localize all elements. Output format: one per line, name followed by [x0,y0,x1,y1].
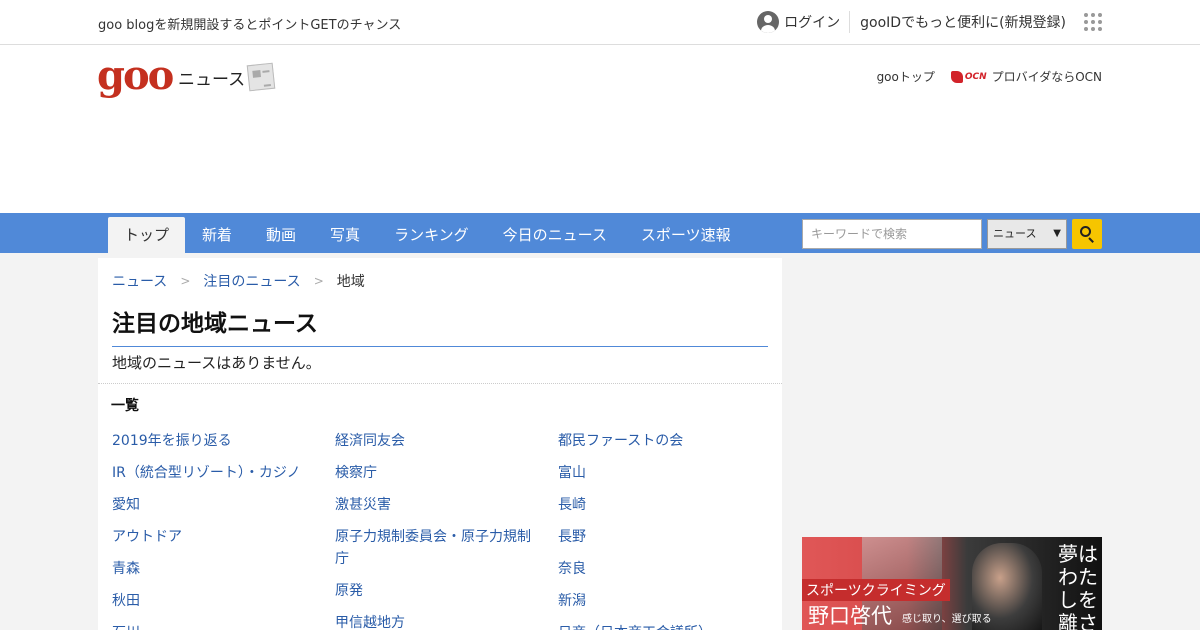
login-link[interactable]: ログイン [757,11,851,33]
search-button[interactable] [1072,219,1102,249]
search-scope-select[interactable]: ニュース ▼ [987,219,1067,249]
goo-top-link[interactable]: gooトップ [877,68,935,85]
nav-tabs: トップ 新着 動画 写真 ランキング 今日のニュース スポーツ速報 [108,217,748,253]
topic-link[interactable]: 経済同友会 [335,430,558,452]
ad-banner[interactable]: スポーツクライミング 野口啓代 感じ取り、選び取る 夢はわたしを離さない [802,537,1102,630]
main-content: ニュース > 注目のニュース > 地域 注目の地域ニュース 地域のニュースはあり… [98,258,782,630]
topic-link[interactable]: 2019年を振り返る [112,430,335,452]
topic-link[interactable]: 富山 [558,462,781,484]
nav-tab-1[interactable]: 新着 [185,217,249,253]
header-links: gooトップ OCN プロバイダならOCN [877,68,1102,85]
newspaper-icon [246,62,276,92]
page-title: 注目の地域ニュース [112,304,768,347]
empty-message: 地域のニュースはありません。 [112,354,321,372]
ocn-link[interactable]: プロバイダならOCN [992,68,1102,85]
ocn-logo-icon: OCN [950,70,987,83]
search-scope-value: ニュース [993,227,1037,240]
breadcrumb-separator: > [313,274,324,288]
topic-link[interactable]: 青森 [112,558,335,580]
breadcrumb-separator: > [180,274,191,288]
login-label: ログイン [784,15,841,31]
topic-link[interactable]: 検察庁 [335,462,558,484]
search-input[interactable] [802,219,982,249]
topic-link[interactable]: 長崎 [558,494,781,516]
nav-tab-6[interactable]: スポーツ速報 [624,217,748,253]
topic-link[interactable]: アウトドア [112,526,335,548]
topic-link[interactable]: 原発 [335,580,558,602]
topic-link[interactable]: 奈良 [558,558,781,580]
breadcrumb-featured[interactable]: 注目のニュース [203,271,300,291]
nav-tab-5[interactable]: 今日のニュース [486,217,624,253]
search-icon [1080,226,1091,237]
top-bar-right: ログイン gooIDでもっと便利に(新規登録) [757,10,1102,34]
nav-tab-3[interactable]: 写真 [313,217,377,253]
topic-link[interactable]: 秋田 [112,590,335,612]
topic-column-3: 都民ファーストの会富山長崎長野奈良新潟日商（日本商工会議所） [558,430,781,630]
top-bar: goo blogを新規開設するとポイントGETのチャンス ログイン gooIDで… [0,0,1200,45]
topic-link[interactable]: 長野 [558,526,781,548]
blog-promo-link[interactable]: goo blogを新規開設するとポイントGETのチャンス [98,14,401,33]
apps-grid-icon[interactable] [1084,13,1102,31]
topic-link[interactable]: 新潟 [558,590,781,612]
breadcrumb-current: 地域 [336,274,365,290]
caret-down-icon: ▼ [1053,228,1061,239]
topic-link[interactable]: 日商（日本商工会議所） [558,622,781,630]
goo-logo[interactable]: goo [97,54,174,98]
divider [98,383,782,384]
register-link[interactable]: gooIDでもっと便利に(新規登録) [850,12,1066,32]
topic-link[interactable]: IR（統合型リゾート）・カジノ [112,462,335,484]
topic-link[interactable]: 激甚災害 [335,494,558,516]
ad-tag: スポーツクライミング [802,579,950,601]
breadcrumb: ニュース > 注目のニュース > 地域 [112,271,365,291]
nav-bar: トップ新着動画写真ランキング今日のニューススポーツ速報 ニュース ▼ [0,213,1200,253]
breadcrumb-news[interactable]: ニュース [112,271,167,291]
ad-athlete-name: 野口啓代 [808,604,892,628]
nav-tab-0[interactable]: トップ [108,217,186,253]
section-name[interactable]: ニュース [178,65,245,90]
user-icon [757,11,780,33]
topic-link[interactable]: 甲信越地方 [335,612,558,630]
nav-tab-4[interactable]: ランキング [377,217,486,253]
topic-link[interactable]: 石川 [112,622,335,630]
topic-link[interactable]: 原子力規制委員会・原子力規制庁 [335,526,558,570]
topic-column-2: 経済同友会検察庁激甚災害原子力規制委員会・原子力規制庁原発甲信越地方 [335,430,558,630]
ad-slogan: 感じ取り、選び取る [902,614,992,625]
topic-list: 2019年を振り返る IR（統合型リゾート）・カジノ愛知アウトドア青森秋田石川 経… [112,430,781,630]
list-heading: 一覧 [111,398,139,414]
topic-link[interactable]: 愛知 [112,494,335,516]
nav-tab-2[interactable]: 動画 [249,217,313,253]
topic-column-1: 2019年を振り返る IR（統合型リゾート）・カジノ愛知アウトドア青森秋田石川 [112,430,335,630]
ad-vertical-copy: 夢はわたしを離さない [1058,542,1098,630]
topic-link[interactable]: 都民ファーストの会 [558,430,781,452]
